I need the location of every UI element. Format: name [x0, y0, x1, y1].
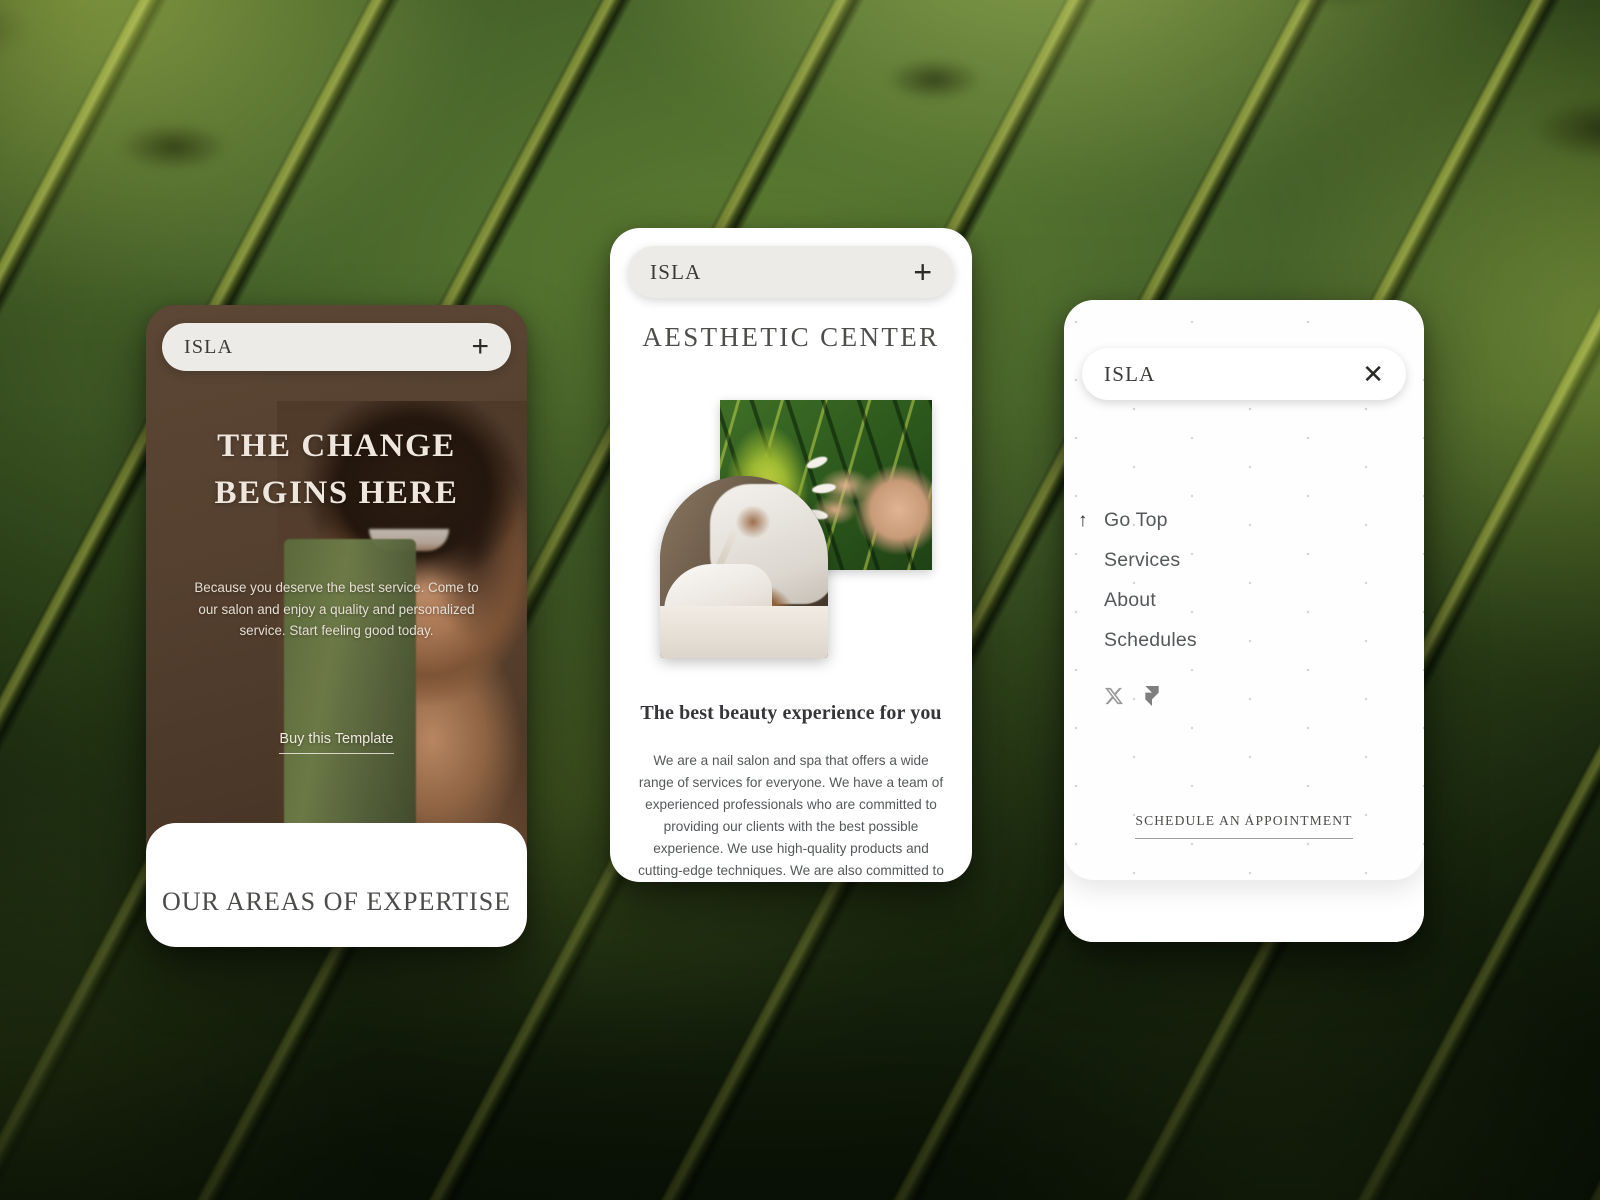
schedule-appointment-button[interactable]: SCHEDULE AN APPOINTMENT [1135, 813, 1353, 839]
phone-mockup-about: ISLA + AESTHETIC CENTER The best beauty … [610, 228, 972, 882]
phone1-topbar: ISLA + [162, 323, 511, 371]
social-links [1104, 686, 1160, 706]
phone2-topbar: ISLA + [628, 246, 954, 298]
about-image-group [660, 400, 936, 658]
phone3-topbar: ISLA ✕ [1082, 348, 1406, 400]
buy-template-link[interactable]: Buy this Template [279, 731, 394, 754]
brand-logo[interactable]: ISLA [1104, 362, 1155, 387]
nav-label: Go Top [1104, 508, 1168, 531]
about-subtitle: The best beauty experience for you [640, 702, 942, 724]
plus-icon[interactable]: + [913, 256, 932, 288]
therapist-hand [730, 500, 776, 544]
phone-mockup-hero: ISLA + THE CHANGE BEGINS HERE Because yo… [146, 305, 527, 947]
nav-label: Schedules [1104, 628, 1197, 651]
expertise-card: OUR AREAS OF EXPERTISE [146, 823, 527, 947]
menu-nav-list: ↑ Go Top Services About Schedules [1078, 500, 1197, 660]
menu-overlay: ISLA ✕ ↑ Go Top Services About Schedules [1064, 300, 1424, 880]
nav-item-go-top[interactable]: ↑ Go Top [1078, 500, 1197, 540]
facial-treatment-image [660, 476, 828, 658]
arrow-up-icon: ↑ [1078, 509, 1088, 531]
framer-icon[interactable] [1144, 686, 1160, 706]
buy-template-link-wrap: Buy this Template [146, 730, 527, 754]
brand-logo[interactable]: ISLA [650, 260, 701, 285]
nav-item-services[interactable]: Services [1104, 540, 1197, 580]
aesthetic-center-title: AESTHETIC CENTER [642, 322, 940, 352]
brand-logo[interactable]: ISLA [184, 336, 233, 359]
schedule-appointment-wrap: SCHEDULE AN APPOINTMENT [1064, 812, 1424, 839]
nav-label: Services [1104, 548, 1181, 571]
close-icon[interactable]: ✕ [1362, 361, 1384, 387]
expertise-card-title: OUR AREAS OF EXPERTISE [161, 887, 512, 917]
nav-item-about[interactable]: About [1104, 580, 1197, 620]
hero-subtext: Because you deserve the best service. Co… [194, 580, 479, 639]
about-body-text: We are a nail salon and spa that offers … [638, 753, 944, 879]
nav-item-schedules[interactable]: Schedules [1104, 620, 1197, 660]
plus-icon[interactable]: + [471, 332, 489, 362]
phone-mockup-menu: QUESTIONS ISLA ✕ ↑ Go Top Services About… [1064, 300, 1424, 942]
nav-label: About [1104, 588, 1156, 611]
client-robe [660, 606, 828, 658]
hero-headline: THE CHANGE BEGINS HERE [214, 428, 459, 511]
x-twitter-icon[interactable] [1104, 686, 1124, 706]
